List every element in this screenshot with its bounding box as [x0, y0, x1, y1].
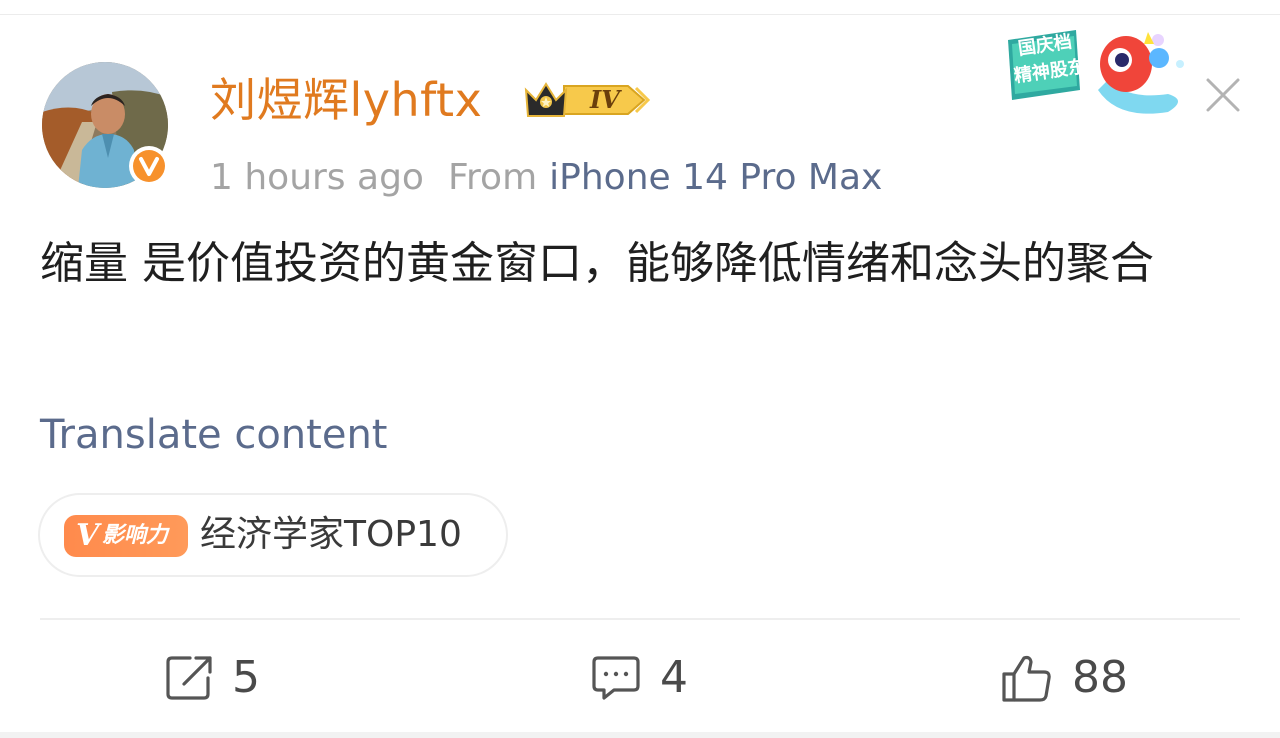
translate-content-link[interactable]: Translate content	[40, 408, 387, 462]
like-count: 88	[1072, 652, 1128, 703]
thumbs-up-icon	[1002, 655, 1051, 702]
actions-divider	[40, 618, 1240, 620]
influence-badge-text: 影响力	[102, 523, 169, 548]
post-content: 缩量 是价值投资的黄金窗口，能够降低情绪和念头的聚合	[40, 238, 1154, 289]
verified-v-icon	[128, 145, 170, 187]
influence-tag[interactable]: V 影响力 经济学家TOP10	[38, 493, 508, 577]
influence-tag-label: 经济学家TOP10	[200, 514, 462, 555]
comment-button[interactable]: 4	[590, 648, 700, 708]
bottom-divider	[0, 732, 1280, 738]
post-meta: 1 hours ago From iPhone 14 Pro Max	[210, 154, 882, 202]
like-button[interactable]: 88	[1000, 648, 1130, 708]
repost-button[interactable]: 5	[164, 648, 274, 708]
device-link[interactable]: iPhone 14 Pro Max	[549, 157, 882, 198]
repost-icon	[166, 656, 212, 700]
comment-count: 4	[660, 652, 688, 703]
member-crown-badge[interactable]: IV	[524, 78, 652, 122]
top-divider	[0, 14, 1280, 15]
repost-count: 5	[232, 652, 260, 703]
close-icon[interactable]	[1200, 72, 1246, 118]
promo-sticker[interactable]: 国庆档 精神股东	[998, 20, 1194, 132]
comment-icon	[592, 656, 640, 700]
post-time: 1 hours ago	[210, 157, 424, 198]
from-label: From	[447, 157, 538, 198]
member-level-text: IV	[590, 85, 620, 114]
author-name[interactable]: 刘煜辉lyhftx	[210, 70, 482, 130]
influence-badge-v: V	[76, 518, 100, 553]
influence-badge-icon: V 影响力	[64, 515, 188, 557]
